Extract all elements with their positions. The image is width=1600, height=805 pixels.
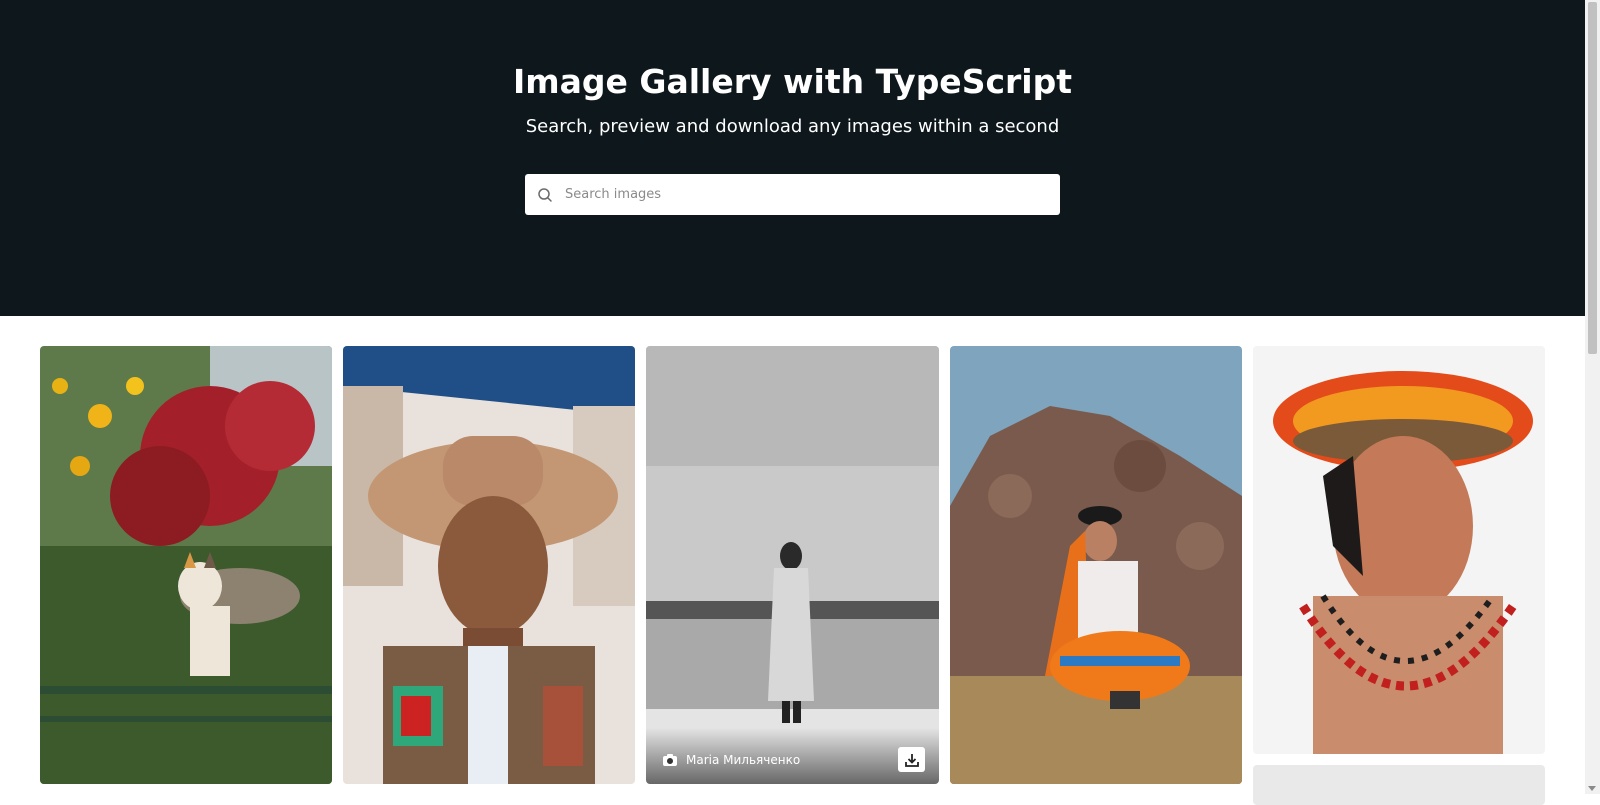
gallery-image [646,346,939,784]
scrollbar-thumb[interactable] [1588,2,1597,354]
page-title: Image Gallery with TypeScript [512,62,1073,101]
gallery-image-card[interactable] [1253,346,1545,754]
download-icon [904,753,919,767]
gallery-image-card[interactable] [950,346,1242,784]
search-icon [525,187,565,203]
gallery-image [1253,346,1545,754]
page-subtitle: Search, preview and download any images … [525,116,1060,137]
camera-icon [663,754,677,766]
gallery-image [950,346,1242,784]
gallery-image-card[interactable] [40,346,332,784]
search-input[interactable] [565,179,1035,210]
search-box[interactable] [525,174,1060,215]
download-button[interactable] [898,747,925,772]
scroll-down-arrow-icon[interactable] [1588,786,1596,791]
gallery-image [343,346,635,784]
gallery-image-card[interactable]: Maria Мильяченко [646,346,939,784]
photographer-info: Maria Мильяченко [662,752,800,768]
vertical-scrollbar[interactable] [1585,0,1600,794]
gallery-image-card[interactable] [1253,765,1545,805]
gallery-image [40,346,332,784]
gallery-image-card[interactable] [343,346,635,784]
hero-banner: Image Gallery with TypeScript Search, pr… [0,0,1585,316]
photographer-name: Maria Мильяченко [686,753,801,767]
card-overlay: Maria Мильяченко [646,728,939,784]
